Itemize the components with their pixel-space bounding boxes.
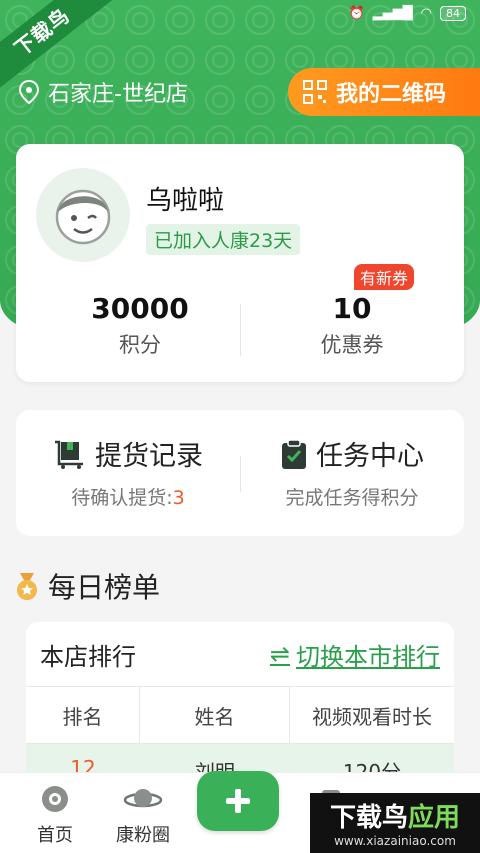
- store-location[interactable]: 石家庄-世纪店: [18, 76, 188, 108]
- status-bar: ⏰ ▂▄▆█ ◠ 84: [348, 6, 466, 21]
- add-button[interactable]: [197, 771, 279, 831]
- quick-actions-card: 提货记录 待确认提货:3 任务中心 完成任务得积分: [16, 410, 464, 536]
- pickup-pending-count: 3: [172, 487, 185, 509]
- points-stat[interactable]: 30000 积分: [40, 292, 240, 359]
- qrcode-icon: [303, 80, 327, 104]
- watermark-url: www.xiazainiao.com: [334, 834, 456, 848]
- pickup-cart-icon: [55, 440, 83, 469]
- daily-leaderboard-heading: 每日榜单: [14, 566, 160, 606]
- medal-icon: [17, 573, 37, 600]
- tab-fan-circle-label: 康粉圈: [116, 825, 170, 846]
- user-name: 乌啦啦: [146, 186, 225, 216]
- planet-icon: [123, 789, 163, 808]
- wifi-icon: ◠: [420, 6, 432, 21]
- pickup-records-title: 提货记录: [95, 441, 203, 472]
- location-label: 石家庄-世纪店: [48, 82, 188, 107]
- column-header-rank: 排名: [26, 687, 140, 743]
- task-center-subtitle: 完成任务得积分: [285, 487, 419, 509]
- avatar-face-icon: [55, 189, 111, 245]
- my-qrcode-button[interactable]: 我的二维码: [288, 68, 480, 116]
- daily-leaderboard-title: 每日榜单: [48, 571, 161, 604]
- coupons-value: 10: [332, 292, 372, 325]
- tab-fan-circle[interactable]: 康粉圈: [98, 783, 188, 847]
- profile-card: 乌啦啦 已加入人康23天 30000 积分 有新券 10 优惠券: [16, 144, 464, 382]
- watermark-title: 下载鸟应用: [310, 797, 480, 834]
- avatar[interactable]: [36, 168, 130, 262]
- coupons-stat[interactable]: 10 优惠券: [252, 292, 452, 359]
- pickup-pending-label: 待确认提货:: [71, 487, 173, 509]
- column-header-watch-time: 视频观看时长: [312, 704, 432, 729]
- home-icon: [42, 786, 68, 812]
- switch-city-ranking-label: 切换本市排行: [296, 642, 440, 671]
- qrcode-label: 我的二维码: [336, 82, 447, 107]
- column-header-name: 姓名: [140, 687, 290, 743]
- battery-indicator: 84: [440, 6, 466, 21]
- pickup-records-entry[interactable]: 提货记录 待确认提货:3: [16, 434, 240, 510]
- stat-divider: [240, 304, 241, 356]
- task-center-title: 任务中心: [316, 441, 424, 472]
- watermark-title-a: 下载鸟: [329, 803, 408, 833]
- plus-icon: [226, 789, 250, 813]
- points-label: 积分: [119, 333, 161, 357]
- watermark-title-b: 应用: [408, 803, 461, 833]
- leaderboard-header: 本店排行 ⇌ 切换本市排行: [26, 622, 454, 686]
- task-center-entry[interactable]: 任务中心 完成任务得积分: [240, 434, 464, 510]
- points-value: 30000: [91, 292, 189, 325]
- location-pin-icon: [18, 79, 40, 105]
- store-ranking-label: 本店排行: [40, 642, 136, 671]
- task-clipboard-icon: [282, 438, 306, 469]
- alarm-icon: ⏰: [348, 6, 365, 21]
- switch-city-ranking-link[interactable]: ⇌ 切换本市排行: [270, 637, 440, 672]
- membership-duration-badge: 已加入人康23天: [146, 224, 301, 255]
- new-coupon-badge: 有新券: [354, 264, 415, 290]
- leaderboard-table-header: 排名 姓名 视频观看时长: [26, 686, 454, 744]
- tab-home-label: 首页: [37, 825, 73, 846]
- tab-home[interactable]: 首页: [10, 783, 100, 847]
- coupons-label: 优惠券: [320, 333, 384, 357]
- switch-arrows-icon: ⇌: [269, 640, 290, 668]
- site-watermark: 下载鸟应用 www.xiazainiao.com: [310, 793, 480, 853]
- signal-icon: ▂▄▆█: [372, 6, 413, 21]
